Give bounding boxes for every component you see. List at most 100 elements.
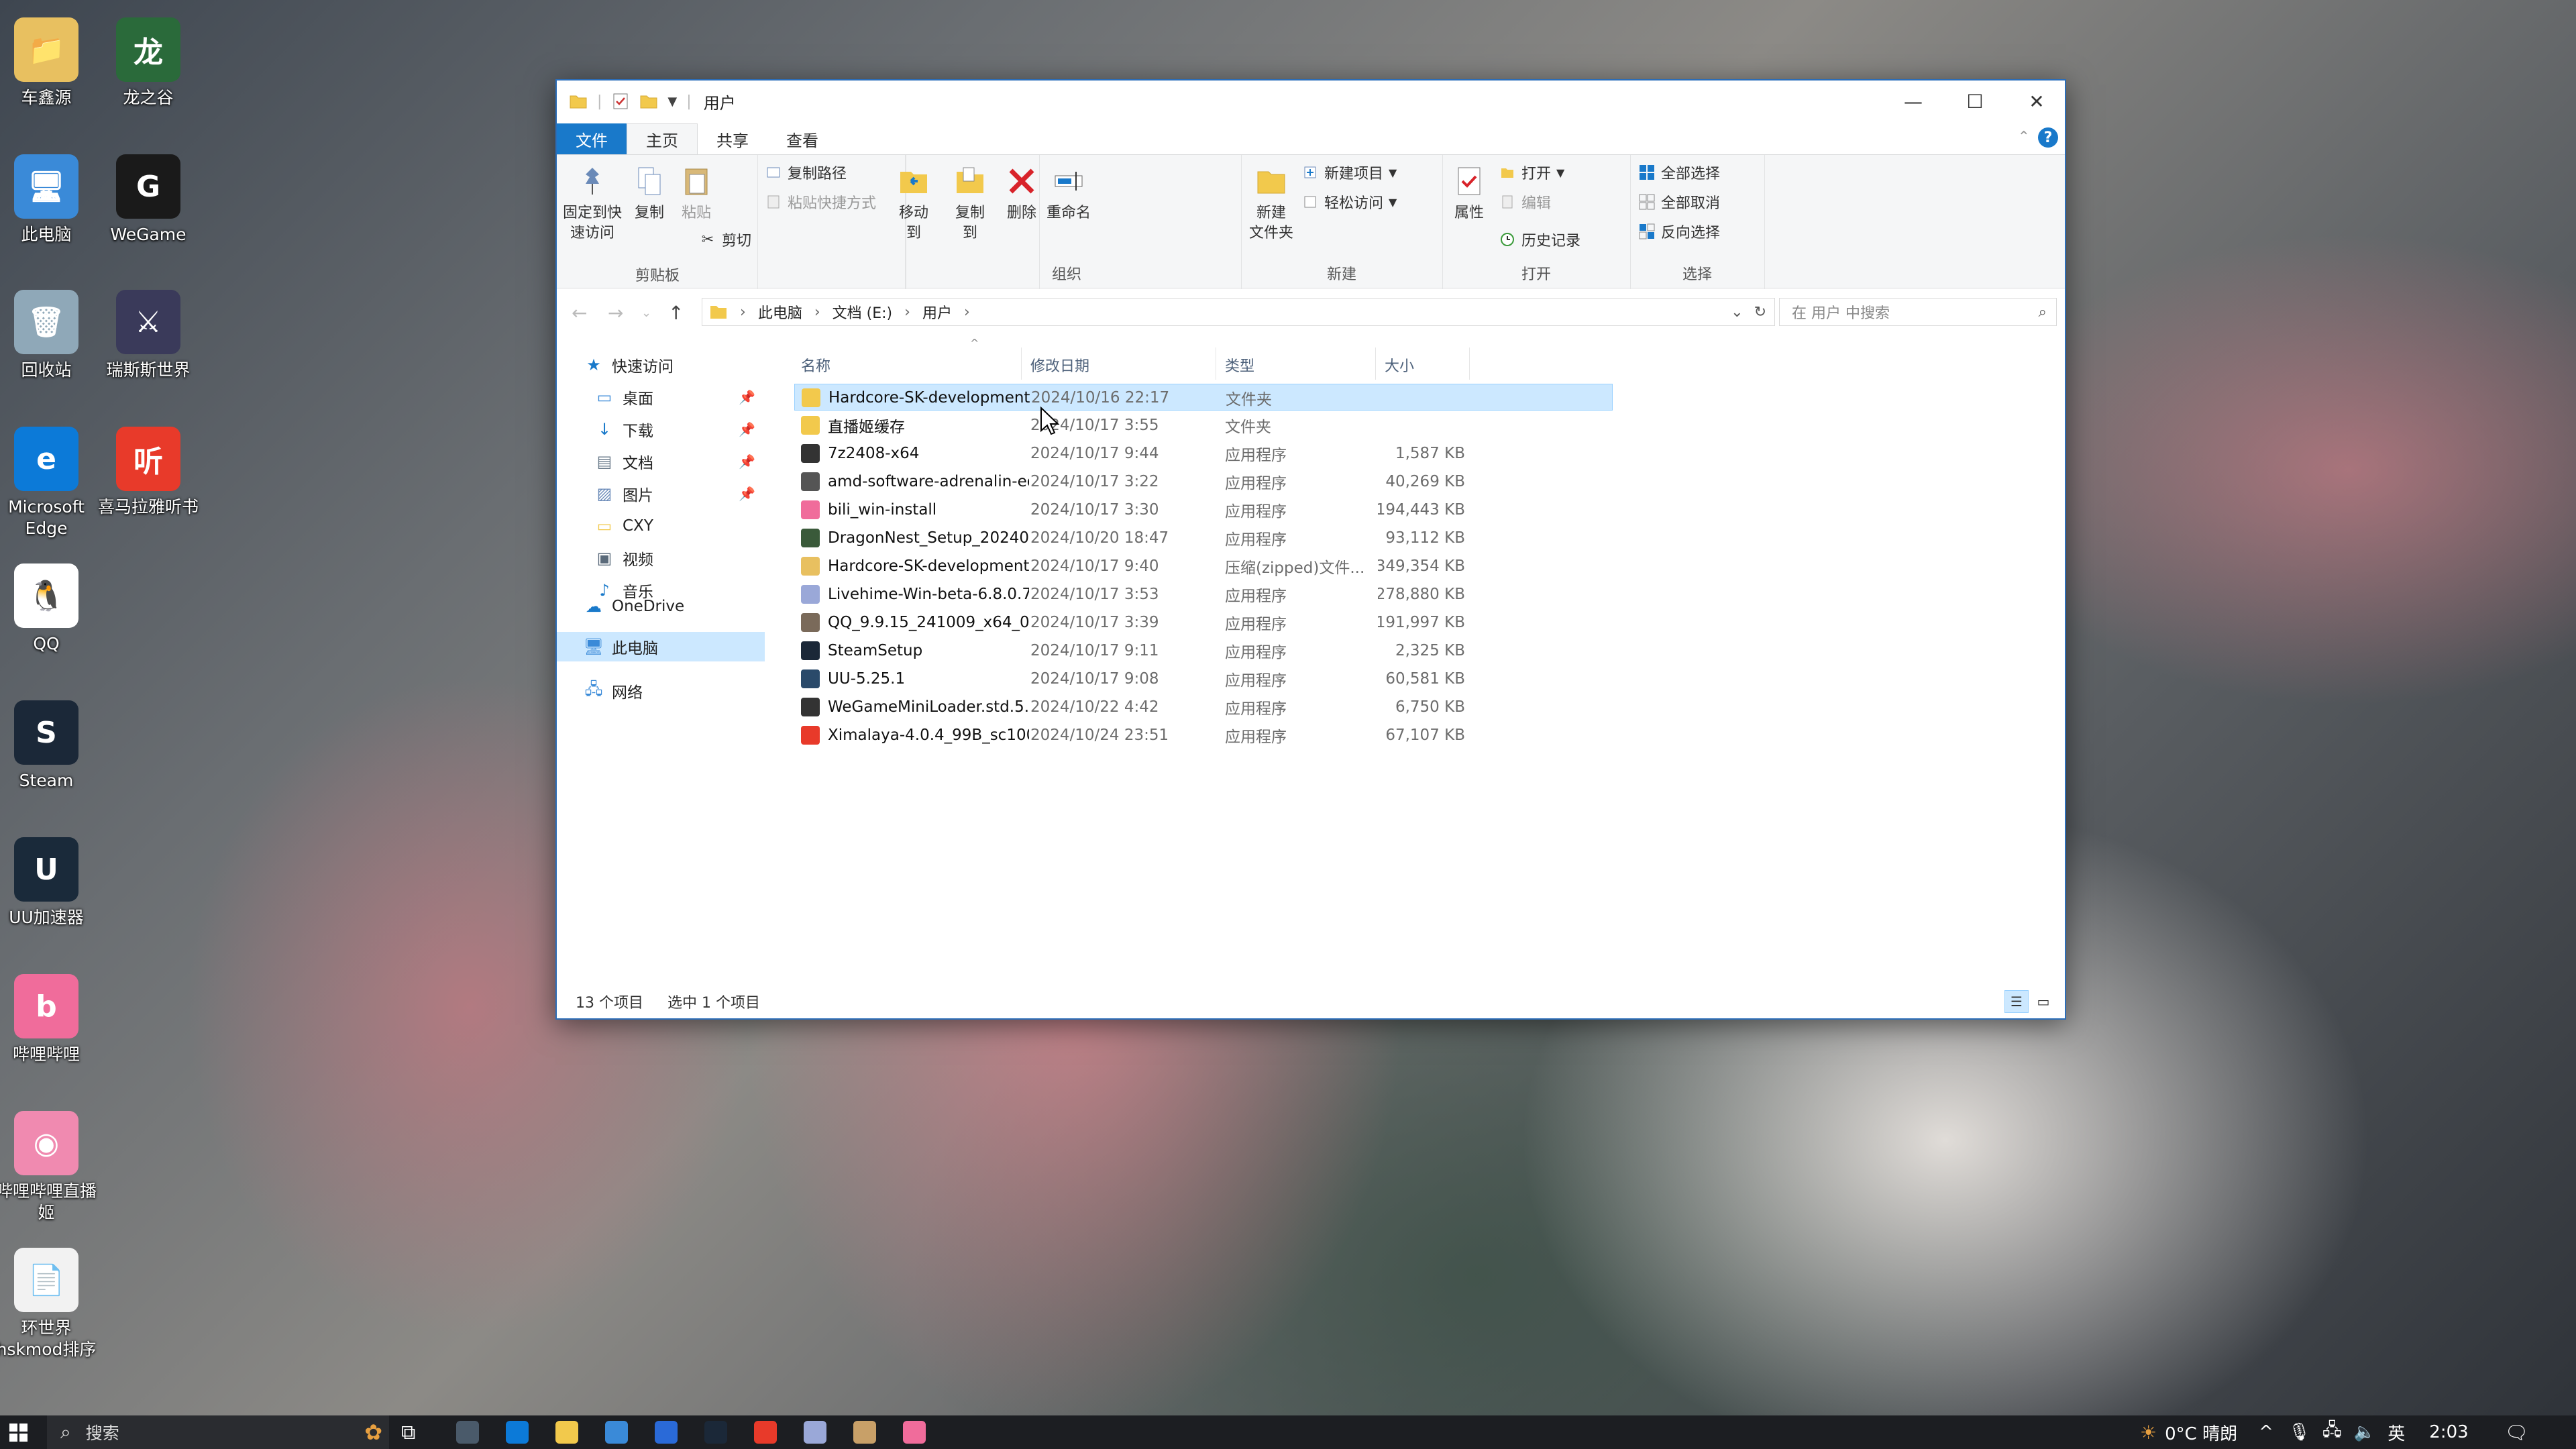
taskbar-app-icon[interactable] [456,1421,479,1444]
taskbar-app-icon[interactable] [903,1421,926,1444]
tab-file[interactable]: 文件 [557,123,627,154]
breadcrumb-users[interactable]: 用户 [922,301,952,323]
taskbar-app-icon[interactable] [605,1421,628,1444]
new-item-button[interactable]: 新建项目 ▼ [1301,162,1397,183]
taskbar-app-icon[interactable] [555,1421,578,1444]
help-icon[interactable]: ? [2038,127,2058,148]
input-method-indicator[interactable]: 英 [2387,1420,2405,1445]
file-row[interactable]: DragonNest_Setup_202408 2024/10/20 18:47 应… [794,525,1613,551]
copy-button[interactable]: 复制 [629,162,669,223]
desktop-icon[interactable]: 听喜马拉雅听书 [98,427,199,518]
properties-button[interactable]: 属性 [1449,162,1489,223]
pin-to-quick-access-button[interactable]: 固定到快 速访问 [562,162,623,244]
desktop-icon[interactable]: U UU加速器 [0,837,97,928]
microphone-icon[interactable]: 🎙 [2288,1422,2310,1442]
nav-item[interactable]: ▭ CXY [594,511,765,541]
breadcrumb-this-pc[interactable]: 此电脑 [758,301,802,323]
pin-icon[interactable]: 📌 [739,486,755,502]
notifications-icon[interactable]: 🗨 [2505,1421,2529,1444]
tab-home[interactable]: 主页 [627,123,698,154]
desktop-icon[interactable]: e Microsoft Edge [0,427,97,539]
desktop-icon[interactable]: 🐧 QQ [0,564,97,655]
easy-access-button[interactable]: 轻松访问 ▼ [1301,191,1397,213]
weather-text[interactable]: 0°C 晴朗 [2165,1420,2237,1445]
maximize-button[interactable]: ☐ [1944,80,2006,122]
desktop-icon[interactable]: 🗑 回收站 [0,290,97,381]
file-row[interactable]: SteamSetup 2024/10/17 9:11 应用程序 2,325 KB [794,637,1613,664]
new-folder-icon[interactable] [639,92,658,111]
show-hidden-icons-icon[interactable]: ^ [2259,1422,2273,1442]
file-row[interactable]: bili_win-install 2024/10/17 3:30 应用程序 194,4… [794,496,1613,523]
file-row[interactable]: amd-software-adrenalin-edition-24.9....2… [794,468,1613,495]
delete-button[interactable]: 删除 [1005,162,1038,223]
nav-quick-access[interactable]: ★ 快速访问 [584,350,674,380]
taskbar-app-icon[interactable] [804,1421,826,1444]
move-to-button[interactable]: 移动到 [892,162,935,244]
column-header-size[interactable]: 大小 [1385,350,1414,380]
file-row[interactable]: QQ_9.9.15_241009_x64_01 2024/10/17 3:39 应用… [794,609,1613,636]
file-row[interactable]: Hardcore-SK-development 2024/10/16 22:17 文… [794,384,1613,411]
pin-icon[interactable]: 📌 [739,453,755,470]
desktop-icon[interactable]: 龙龙之谷 [98,17,199,109]
taskbar-app-icon[interactable] [754,1421,777,1444]
nav-network[interactable]: 🖧 网络 [584,676,643,706]
taskbar-search-box[interactable]: ⌕ 搜索 ✿ [47,1415,389,1449]
invert-selection-button[interactable]: 反向选择 [1638,221,1720,242]
select-all-button[interactable]: 全部选择 [1638,162,1720,183]
nav-item[interactable]: ▤ 文档 📌 [594,447,765,476]
desktop-icon[interactable]: S Steam [0,700,97,792]
file-row[interactable]: UU-5.25.1 2024/10/17 9:08 应用程序 60,581 KB [794,665,1613,692]
taskbar-app-icon[interactable] [704,1421,727,1444]
tab-view[interactable]: 查看 [767,123,837,154]
nav-item[interactable]: ▭ 桌面 📌 [594,382,765,412]
desktop-icon[interactable]: ⚔ 瑞斯斯世界 [98,290,199,381]
desktop-icon[interactable]: 📄 环世界 hskmod排序 [0,1248,97,1360]
select-none-button[interactable]: 全部取消 [1638,191,1720,213]
file-row[interactable]: Livehime-Win-beta-6.8.0.7658-x642024/10/… [794,581,1613,608]
close-button[interactable]: ✕ [2006,80,2068,122]
nav-item[interactable]: ▣ 视频 [594,543,765,573]
column-header-date[interactable]: 修改日期 [1030,350,1089,380]
new-folder-button[interactable]: 新建 文件夹 [1248,162,1295,244]
properties-icon[interactable] [611,92,630,111]
tab-share[interactable]: 共享 [698,123,767,154]
desktop-icon[interactable]: ◉ 哔哩哔哩直播姬 [0,1111,97,1224]
large-icons-view-icon[interactable]: ▭ [2031,990,2055,1013]
desktop-icon[interactable]: G WeGame [98,154,199,246]
file-row[interactable]: 直播姬缓存 2024/10/17 3:55 文件夹 [794,412,1613,439]
rename-button[interactable]: 重命名 [1045,162,1092,223]
collapse-ribbon-icon[interactable]: ⌃ [2018,129,2030,146]
refresh-icon[interactable]: ↻ [1754,304,1766,321]
paste-button[interactable]: 粘贴 [676,162,716,223]
taskbar-app-icon[interactable] [506,1421,529,1444]
windows-start-icon[interactable] [9,1424,28,1442]
address-bar[interactable]: › 此电脑 › 文档 (E:) › 用户 › ⌄ ↻ [702,298,1775,326]
file-row[interactable]: Hardcore-SK-development 2024/10/17 9:40 压缩… [794,553,1613,580]
forward-arrow-icon[interactable]: → [608,302,623,324]
desktop-icon[interactable]: 🖥 此电脑 [0,154,97,246]
minimize-button[interactable]: — [1882,80,1944,122]
cut-button[interactable]: ✂ 剪切 [699,229,751,250]
volume-icon[interactable]: 🔈 [2354,1422,2375,1442]
address-dropdown-icon[interactable]: ⌄ [1731,304,1743,321]
edit-button[interactable]: 编辑 [1499,191,1551,213]
history-button[interactable]: 历史记录 [1499,229,1580,250]
taskbar-app-icon[interactable] [655,1421,678,1444]
nav-item[interactable]: ↓ 下载 📌 [594,415,765,444]
search-box[interactable]: 在 用户 中搜索 ⌕ [1779,298,2057,326]
clock[interactable]: 2:03 [2429,1422,2468,1442]
nav-onedrive[interactable]: ☁ OneDrive [584,592,684,621]
file-row[interactable]: Ximalaya-4.0.4_99B_sc1000022024/10/24 23… [794,722,1613,749]
column-header-type[interactable]: 类型 [1225,350,1254,380]
breadcrumb-drive[interactable]: 文档 (E:) [833,301,892,323]
file-row[interactable]: WeGameMiniLoader.std.5.12.21.10222024/10… [794,694,1613,720]
nav-this-pc[interactable]: 🖥 此电脑 [557,632,765,661]
desktop-icon[interactable]: b 哔哩哔哩 [0,974,97,1065]
customize-toolbar-icon[interactable]: ▼ [667,95,677,109]
task-view-icon[interactable]: ⧉ [401,1421,415,1444]
back-arrow-icon[interactable]: ← [572,302,587,324]
taskbar-app-icon[interactable] [853,1421,876,1444]
pin-icon[interactable]: 📌 [739,389,755,405]
network-status-icon[interactable]: 🖧 [2322,1417,2342,1447]
file-row[interactable]: 7z2408-x64 2024/10/17 9:44 应用程序 1,587 KB [794,440,1613,467]
